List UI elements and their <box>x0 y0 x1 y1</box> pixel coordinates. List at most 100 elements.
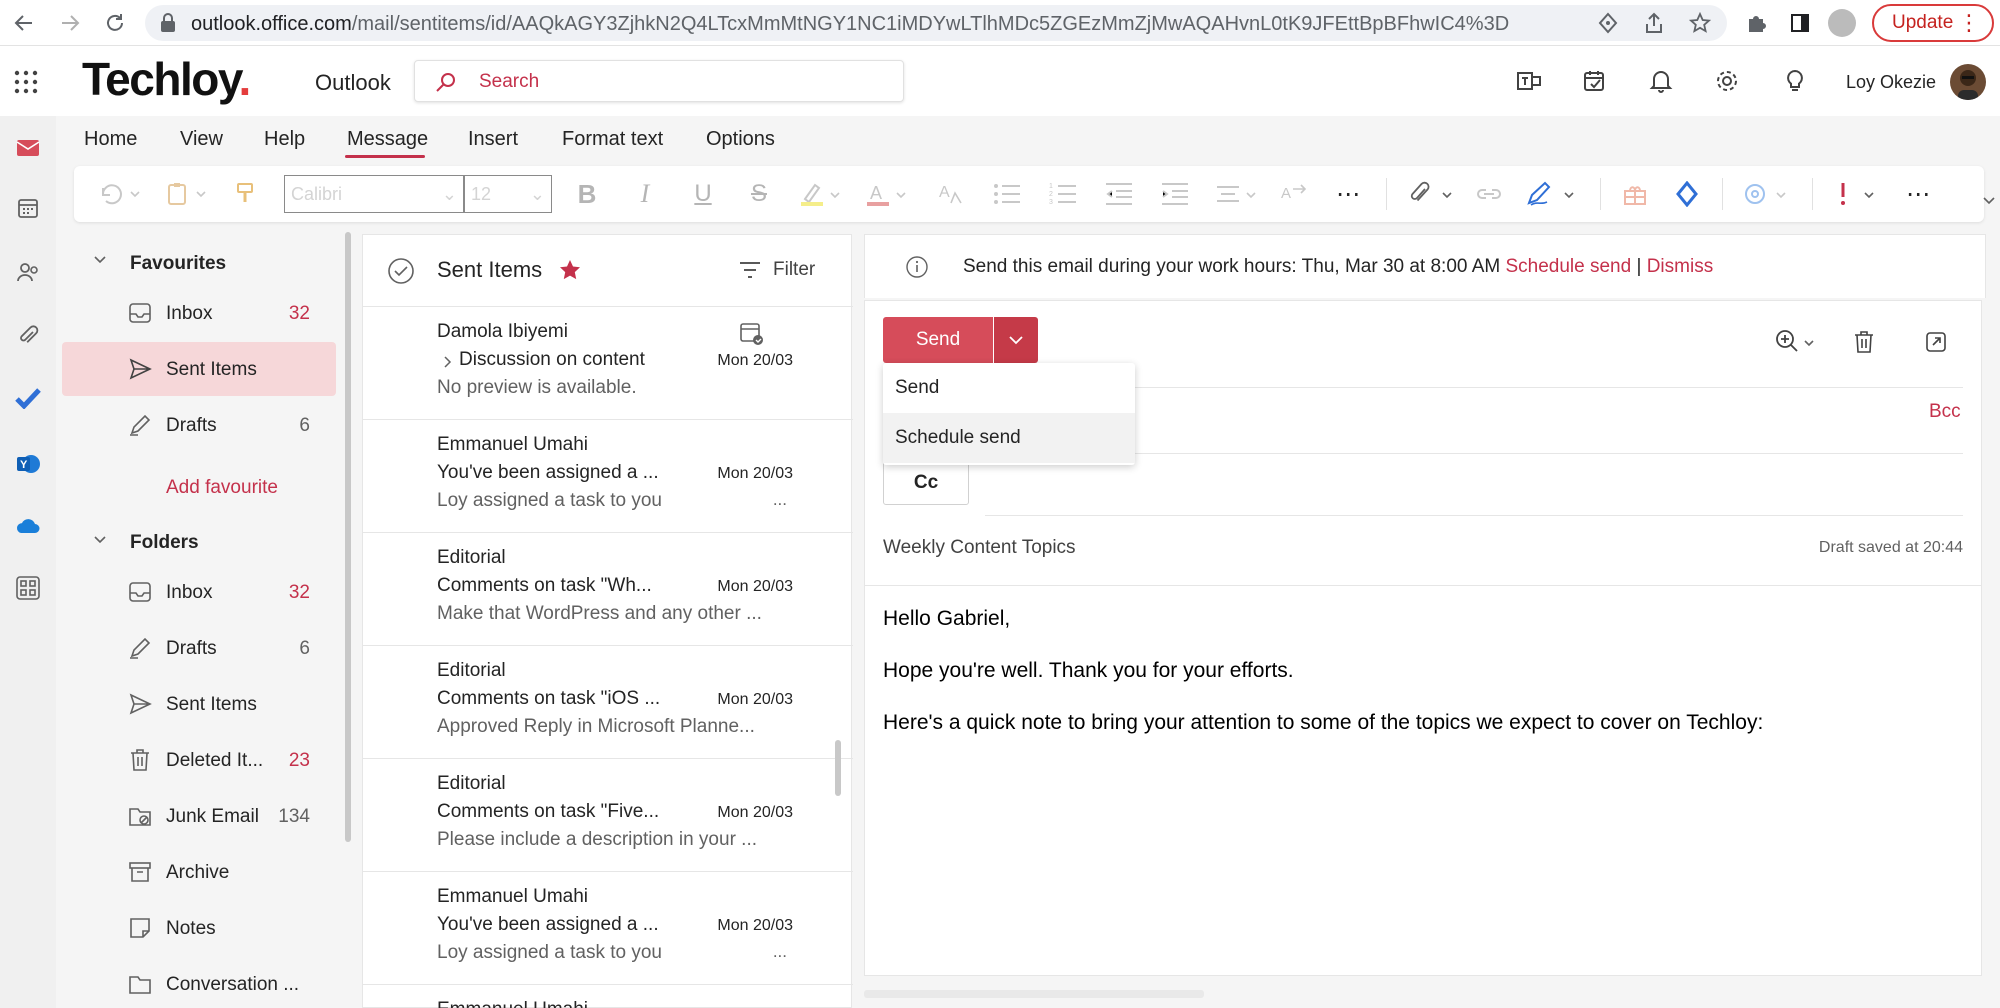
notification-bell-icon[interactable] <box>1646 66 1676 96</box>
italic-icon[interactable]: I <box>630 179 660 208</box>
folder-item-drafts[interactable]: Drafts 6 <box>62 621 336 675</box>
decrease-indent-icon[interactable] <box>1102 180 1136 208</box>
forward-arrow-icon[interactable] <box>56 9 84 37</box>
profile-avatar[interactable] <box>1828 9 1856 37</box>
select-all-checkbox-icon[interactable] <box>387 257 415 285</box>
chevron-down-icon[interactable] <box>92 252 108 268</box>
mail-icon[interactable] <box>14 134 42 162</box>
tab-insert[interactable]: Insert <box>468 128 518 151</box>
app-launcher-icon[interactable] <box>14 70 38 94</box>
ribbon-expand-chevron-icon[interactable] <box>1982 196 1996 206</box>
text-direction-icon[interactable]: A <box>1278 180 1308 208</box>
body-paragraph[interactable]: Hope you're well. Thank you for your eff… <box>883 659 1294 683</box>
highlight-icon[interactable] <box>798 180 844 208</box>
share-icon[interactable] <box>1643 12 1665 34</box>
attachment-files-icon[interactable] <box>14 322 42 350</box>
folder-item-junk-email[interactable]: Junk Email 134 <box>62 789 336 843</box>
message-row[interactable]: Emmanuel Umahi You've been assigned a ..… <box>363 420 853 533</box>
chevron-right-icon[interactable] <box>443 355 453 369</box>
paste-clipboard-icon[interactable] <box>162 180 212 208</box>
people-icon[interactable] <box>14 258 42 286</box>
viva-insights-icon[interactable] <box>1742 180 1792 208</box>
folder-item-archive[interactable]: Archive <box>62 845 336 899</box>
body-paragraph[interactable]: Hello Gabriel, <box>883 607 1010 631</box>
tab-format-text[interactable]: Format text <box>562 128 663 151</box>
send-options-dropdown[interactable] <box>994 317 1038 363</box>
format-painter-icon[interactable] <box>230 180 260 208</box>
favourite-star-icon[interactable] <box>559 259 581 281</box>
user-avatar[interactable] <box>1950 64 1986 100</box>
tips-lightbulb-icon[interactable] <box>1780 66 1810 96</box>
align-icon[interactable] <box>1214 180 1260 208</box>
subject-field[interactable]: Weekly Content Topics <box>883 537 1076 559</box>
bullet-list-icon[interactable] <box>990 180 1024 208</box>
numbered-list-icon[interactable]: 123 <box>1046 180 1080 208</box>
bookmark-star-icon[interactable] <box>1689 12 1711 34</box>
message-row[interactable]: Editorial Comments on task "Wh... Mon 20… <box>363 533 853 646</box>
app-name[interactable]: Outlook <box>315 70 391 96</box>
tab-view[interactable]: View <box>180 128 223 151</box>
tab-help[interactable]: Help <box>264 128 305 151</box>
tab-home[interactable]: Home <box>84 128 137 151</box>
favourites-header[interactable]: Favourites <box>130 253 226 275</box>
folder-item-sent-items[interactable]: Sent Items <box>62 677 336 731</box>
underline-icon[interactable]: U <box>688 180 718 208</box>
loop-component-icon[interactable] <box>1672 180 1702 208</box>
cc-button[interactable]: Cc <box>883 461 969 505</box>
importance-high-icon[interactable] <box>1830 180 1880 208</box>
font-name-select[interactable]: Calibri ⌄ <box>284 175 464 213</box>
message-list-scrollbar[interactable] <box>835 740 841 796</box>
schedule-send-link[interactable]: Schedule send <box>1505 256 1631 277</box>
folder-item-notes[interactable]: Notes <box>62 901 336 955</box>
folders-header[interactable]: Folders <box>130 532 199 554</box>
filter-button[interactable]: Filter <box>739 259 815 281</box>
side-panel-icon[interactable] <box>1786 9 1814 37</box>
message-row[interactable]: Editorial Comments on task "iOS ... Mon … <box>363 646 853 759</box>
yammer-icon[interactable]: Y <box>14 450 42 478</box>
message-row[interactable]: Editorial Comments on task "Five... Mon … <box>363 759 853 872</box>
todo-check-icon[interactable] <box>14 384 42 412</box>
tab-options[interactable]: Options <box>706 128 775 151</box>
back-arrow-icon[interactable] <box>10 9 38 37</box>
install-app-icon[interactable] <box>1597 12 1619 34</box>
tab-message[interactable]: Message <box>347 128 428 151</box>
folder-item-conversation-history[interactable]: Conversation ... <box>62 957 336 1008</box>
styles-icon[interactable]: A <box>936 180 966 208</box>
dismiss-link[interactable]: Dismiss <box>1647 256 1714 277</box>
body-paragraph[interactable]: Here's a quick note to bring your attent… <box>883 711 1763 735</box>
onedrive-cloud-icon[interactable] <box>14 512 42 540</box>
add-favourite-link[interactable]: Add favourite <box>166 477 278 499</box>
zoom-icon[interactable] <box>1775 329 1817 355</box>
brand-logo[interactable]: Techloy. <box>82 52 251 106</box>
message-row[interactable]: Emmanuel Umahi <box>363 985 853 1008</box>
more-options-icon[interactable]: ⋯ <box>1900 180 1936 208</box>
settings-gear-icon[interactable] <box>1712 66 1742 96</box>
address-bar[interactable]: outlook.office.com/mail/sentitems/id/AAQ… <box>145 5 1727 41</box>
bcc-button[interactable]: Bcc <box>1929 401 1961 423</box>
horizontal-scrollbar[interactable] <box>864 990 1204 998</box>
folder-item-inbox[interactable]: Inbox 32 <box>62 286 336 340</box>
font-color-icon[interactable]: A <box>864 180 910 208</box>
folder-item-drafts[interactable]: Drafts 6 <box>62 398 336 452</box>
undo-icon[interactable] <box>94 180 144 208</box>
insert-link-icon[interactable] <box>1472 180 1506 208</box>
strikethrough-icon[interactable]: S <box>744 180 774 208</box>
signature-icon[interactable] <box>1524 180 1580 208</box>
send-button[interactable]: Send <box>883 317 993 363</box>
chevron-down-icon[interactable] <box>92 532 108 548</box>
teams-meeting-icon[interactable] <box>1514 66 1544 96</box>
folder-item-sent-items[interactable]: Sent Items <box>62 342 336 396</box>
my-day-icon[interactable] <box>1580 66 1610 96</box>
pop-out-icon[interactable] <box>1925 329 1947 355</box>
discard-trash-icon[interactable] <box>1853 329 1875 355</box>
update-button[interactable]: Update ⋮ <box>1872 4 1994 42</box>
apps-grid-icon[interactable] <box>1620 180 1650 208</box>
folder-pane-scrollbar[interactable] <box>345 232 351 842</box>
user-name[interactable]: Loy Okezie <box>1846 72 1936 93</box>
folder-item-deleted-items[interactable]: Deleted It... 23 <box>62 733 336 787</box>
more-formatting-icon[interactable]: ⋯ <box>1330 180 1366 208</box>
more-apps-icon[interactable] <box>14 574 42 602</box>
menu-item-send[interactable]: Send <box>883 363 1135 413</box>
extensions-puzzle-icon[interactable] <box>1742 9 1770 37</box>
attach-file-icon[interactable] <box>1406 180 1456 208</box>
